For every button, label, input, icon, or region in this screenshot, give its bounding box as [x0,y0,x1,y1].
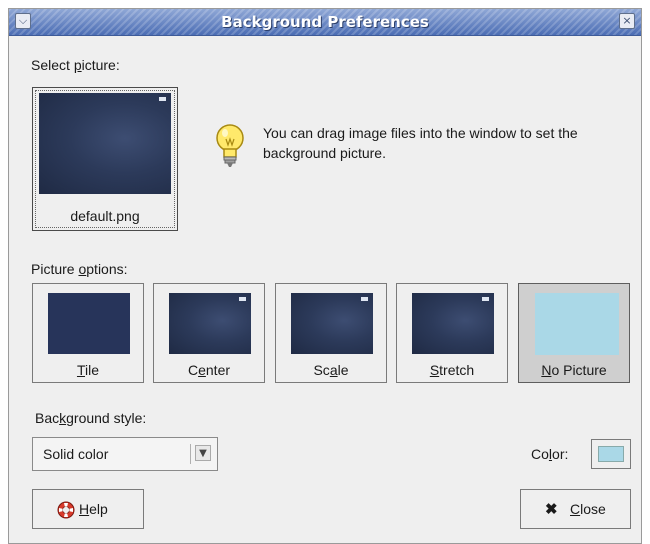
option-stretch-button[interactable]: Stretch [396,283,508,383]
lifebuoy-icon [57,501,75,519]
option-label: Center [187,362,231,378]
option-center-button[interactable]: Center [153,283,265,383]
option-label: Scale [313,362,349,378]
option-label: Tile [76,362,100,378]
option-label: Stretch [429,362,475,378]
dropdown-separator [190,444,191,464]
background-preferences-window: ⌵ Background Preferences × Select pictur… [8,8,642,544]
help-label: Help [79,501,108,517]
color-swatch-fill [598,446,624,462]
select-picture-label: Select picture: [31,57,120,73]
tile-preview [48,293,130,354]
drag-hint-text: You can drag image files into the window… [263,125,578,161]
color-picker-button[interactable] [591,439,631,469]
picture-thumbnail-button[interactable]: default.png [32,87,178,231]
dropdown-arrow-icon: ▼ [195,445,211,461]
close-x-icon: ✖ [545,501,558,518]
close-button[interactable]: ✖ Close [520,489,631,529]
no-picture-preview [535,293,619,355]
picture-options-label: Picture options: [31,261,128,277]
option-scale-button[interactable]: Scale [275,283,387,383]
lightbulb-icon [216,124,244,167]
stretch-preview [412,293,494,354]
close-label: Close [570,501,606,517]
option-tile-button[interactable]: Tile [32,283,144,383]
option-no-picture-button[interactable]: No Picture [518,283,630,383]
center-preview [169,293,251,354]
background-style-dropdown[interactable]: Solid color ▼ [32,437,218,471]
option-label: No Picture [541,362,607,378]
close-icon: × [622,14,632,27]
wallpaper-preview [39,93,171,194]
window-close-button[interactable]: × [619,13,635,29]
color-label: Color: [531,446,569,462]
title-bar[interactable]: ⌵ Background Preferences × [9,9,641,36]
background-style-label: Background style: [35,410,147,426]
scale-preview [291,293,373,354]
help-button[interactable]: Help [32,489,144,529]
background-style-value: Solid color [43,446,109,462]
window-title: Background Preferences [221,13,429,31]
picture-filename: default.png [70,208,140,224]
